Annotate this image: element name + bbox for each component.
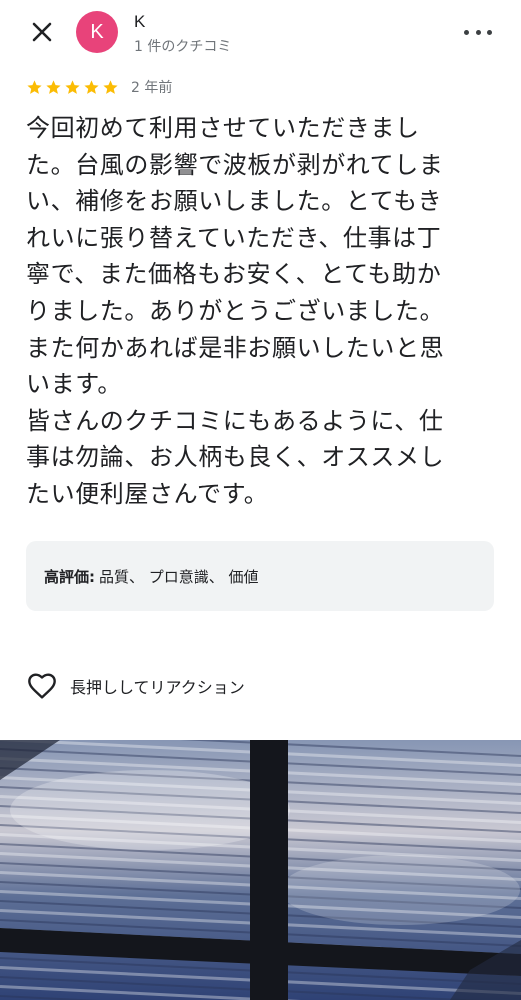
review-text: 今回初めて利用させていただきまし た。台風の影響で波板が剥がれてしま い、補修をお願… (26, 110, 496, 513)
review-text-line: たい便利屋さんです。 (26, 479, 269, 508)
review-header: K K 1 件のクチコミ (0, 0, 521, 68)
review-text-line: い、補修をお願いしました。とてもき (26, 187, 443, 216)
review-text-line: 寧で、また価格もお安く、とても助か (26, 260, 442, 289)
more-options-icon-dot (475, 29, 481, 35)
review-text-line: います。 (26, 370, 122, 399)
corrugated-roof-photo (0, 740, 521, 1000)
reaction-button[interactable]: 長押ししてリアクション (26, 668, 245, 704)
highlights-label: 高評価: (44, 567, 95, 586)
more-options-button[interactable] (464, 20, 492, 44)
star-icon (46, 79, 61, 94)
review-text-line: れいに張り替えていただき、仕事は丁 (26, 223, 442, 252)
review-photo[interactable] (0, 740, 521, 1000)
star-rating (26, 79, 119, 96)
rating-row: 2 年前 (26, 76, 172, 98)
close-button[interactable] (26, 16, 58, 48)
author-review-count: 1 件のクチコミ (134, 39, 232, 55)
more-options-icon-dot (487, 29, 492, 35)
review-text-line: た。台風の影響で波板が剥がれてしま (26, 150, 444, 179)
star-icon (103, 79, 118, 94)
more-options-icon (464, 29, 469, 35)
avatar[interactable]: K (76, 11, 118, 53)
heart-icon (28, 673, 56, 699)
author-name[interactable]: K (134, 12, 145, 32)
star-icon (84, 79, 99, 94)
highlights-box: 高評価: 品質、 プロ意識、 価値 (26, 541, 494, 611)
review-text-line: また何かあれば是非お願いしたいと思 (26, 333, 445, 362)
close-icon (32, 22, 52, 42)
review-text-line: 事は勿論、お人柄も良く、オススメし (26, 443, 445, 472)
review-text-line: 今回初めて利用させていただきまし (26, 114, 420, 142)
reaction-label: 長押ししてリアクション (70, 678, 245, 697)
star-icon (27, 79, 42, 94)
review-text-line: りました。ありがとうございました。 (26, 296, 445, 325)
avatar-initial: K (90, 20, 104, 43)
review-detail-page: K K 1 件のクチコミ 2 年前 今回初めて利用させていただきまし た。台風の影… (0, 0, 521, 1000)
review-text-line: 皆さんのクチコミにもあるように、仕 (26, 406, 444, 435)
review-date: 2 年前 (131, 80, 173, 96)
highlights-items: 品質、 プロ意識、 価値 (99, 567, 259, 586)
star-icon (65, 79, 80, 94)
